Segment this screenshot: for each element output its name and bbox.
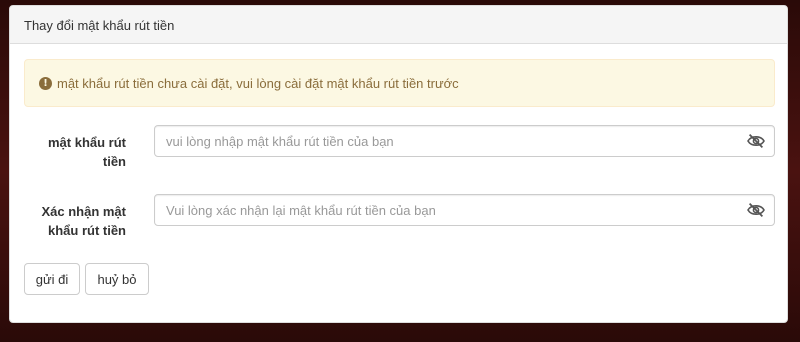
password-label-line1: mật khẩu rút [47, 135, 126, 150]
confirm-password-row: Xác nhận mật khẩu rút tiền [24, 194, 775, 238]
cancel-button[interactable]: huỷ bỏ [85, 263, 149, 295]
warning-alert: ! mật khẩu rút tiền chưa cài đặt, vui lò… [24, 59, 775, 107]
confirm-password-field-wrapper [154, 194, 775, 226]
password-input[interactable] [155, 126, 735, 156]
confirm-password-label: Xác nhận mật khẩu rút tiền [24, 202, 126, 240]
confirm-password-input[interactable] [155, 195, 735, 225]
password-row: mật khẩu rút tiền [24, 125, 775, 169]
panel-title: Thay đổi mật khẩu rút tiền [10, 6, 787, 44]
password-field-wrapper [154, 125, 775, 157]
eye-slash-icon[interactable] [746, 133, 766, 149]
eye-slash-icon[interactable] [746, 202, 766, 218]
password-label-line2: tiền [102, 154, 126, 169]
confirm-label-line1: Xác nhận mật [41, 204, 126, 219]
submit-button[interactable]: gửi đi [24, 263, 80, 295]
alert-text: mật khẩu rút tiền chưa cài đặt, vui lòng… [57, 75, 459, 91]
confirm-label-line2: khẩu rút tiền [47, 223, 126, 238]
password-label: mật khẩu rút tiền [24, 133, 126, 171]
exclamation-circle-icon: ! [39, 76, 52, 90]
change-withdraw-password-panel: Thay đổi mật khẩu rút tiền ! mật khẩu rú… [9, 5, 788, 323]
